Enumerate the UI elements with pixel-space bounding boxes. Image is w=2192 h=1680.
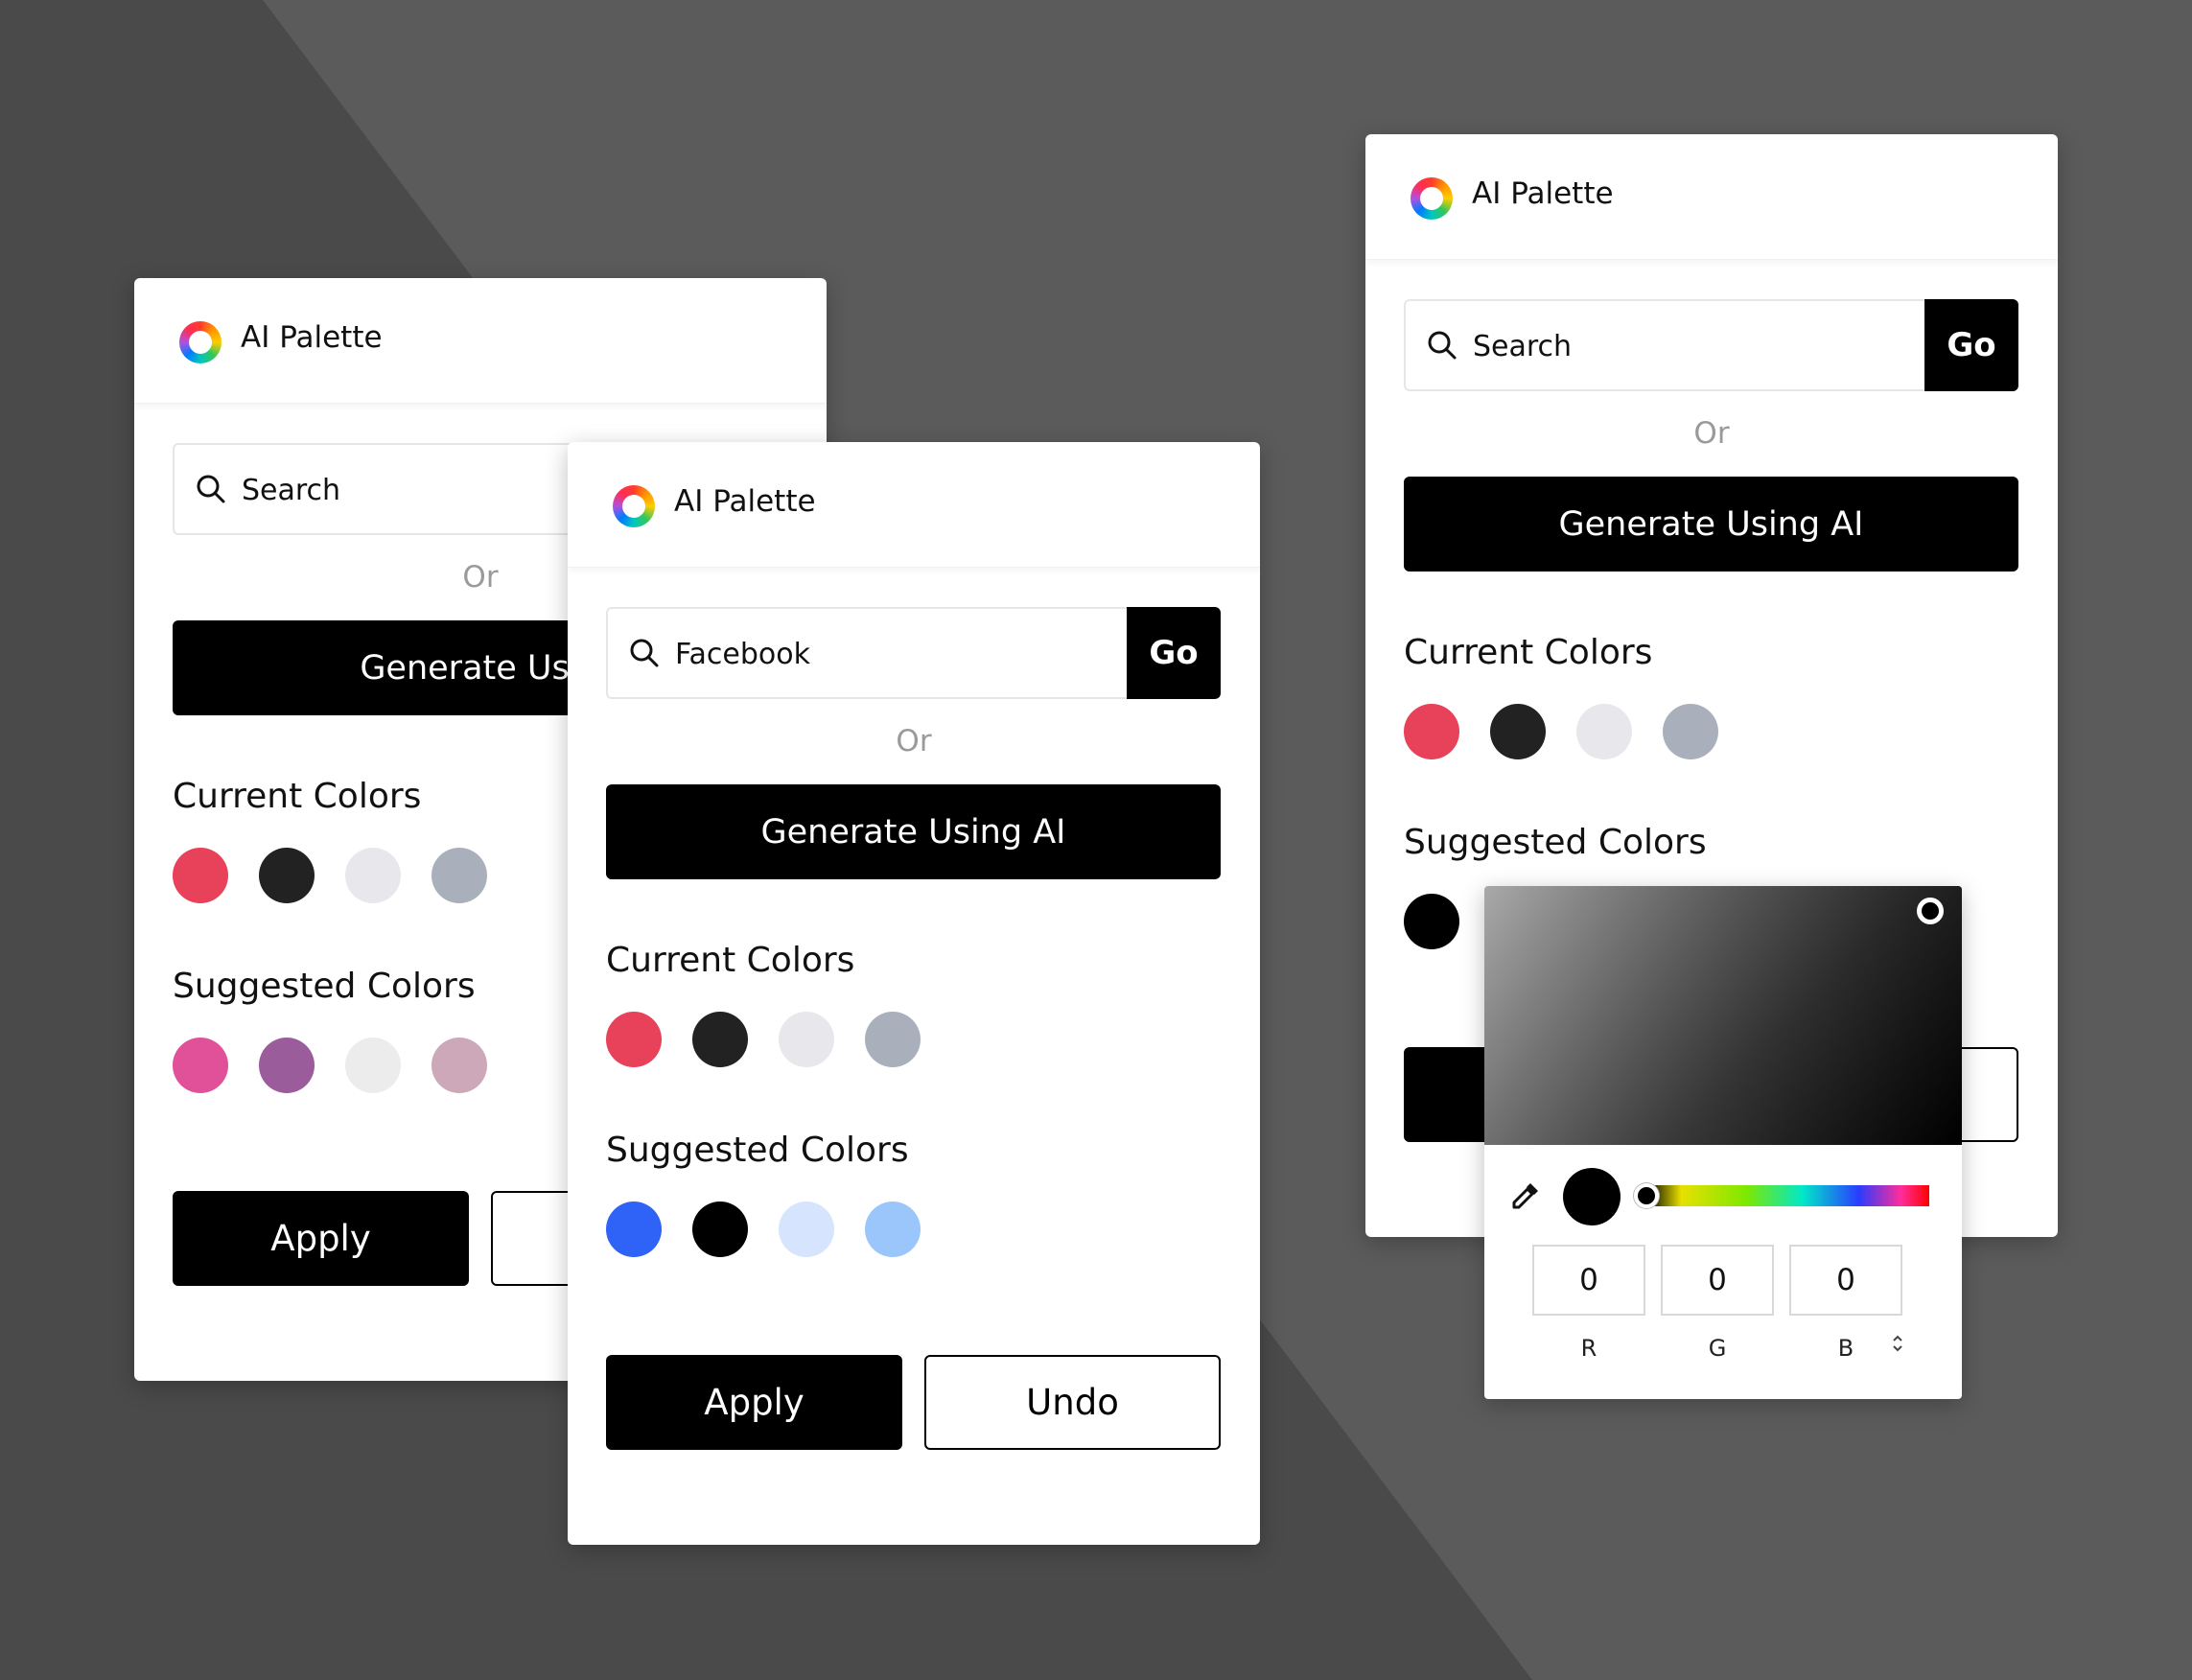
search-text: Search [242, 474, 341, 507]
search-text: Facebook [675, 638, 810, 671]
color-swatch[interactable] [692, 1202, 748, 1257]
undo-button[interactable]: Undo [924, 1355, 1221, 1450]
hue-slider[interactable] [1647, 1185, 1929, 1206]
app-title: AI Palette [674, 484, 816, 519]
panel-header: AI Palette [1365, 134, 2058, 260]
color-swatch[interactable] [606, 1012, 662, 1067]
generate-button-label: Generate Usin [360, 648, 600, 688]
color-swatch[interactable] [259, 1038, 315, 1093]
green-input[interactable]: 0 [1661, 1245, 1774, 1316]
search-input[interactable]: Search Go [1404, 299, 2018, 391]
green-label: G [1708, 1335, 1727, 1362]
hue-slider-handle[interactable] [1634, 1183, 1659, 1208]
suggested-colors-title: Suggested Colors [173, 967, 476, 1006]
current-colors-title: Current Colors [606, 941, 855, 980]
color-swatch[interactable] [1404, 894, 1459, 949]
color-swatch[interactable] [1663, 704, 1718, 759]
color-swatch[interactable] [865, 1202, 921, 1257]
search-input[interactable]: Facebook Go [606, 607, 1221, 699]
ai-palette-logo-icon [1411, 177, 1453, 220]
current-colors-title: Current Colors [173, 777, 422, 816]
color-swatch[interactable] [345, 1038, 401, 1093]
panel-header: AI Palette [134, 278, 827, 404]
search-icon [630, 639, 659, 667]
current-colors-title: Current Colors [1404, 633, 1653, 672]
or-divider: Or [1693, 416, 1730, 451]
color-swatch[interactable] [692, 1012, 748, 1067]
color-picker-popover: 0 0 0 R G B [1484, 886, 1962, 1399]
saturation-value-area[interactable] [1484, 886, 1962, 1145]
apply-button[interactable]: Apply [606, 1355, 902, 1450]
or-divider: Or [896, 724, 932, 758]
generate-button-label: Generate Using AI [1558, 504, 1864, 544]
app-title: AI Palette [1472, 176, 1614, 211]
color-swatch[interactable] [1576, 704, 1632, 759]
app-title: AI Palette [241, 320, 383, 355]
red-input[interactable]: 0 [1532, 1245, 1645, 1316]
generate-button-label: Generate Using AI [760, 812, 1066, 852]
blue-input[interactable]: 0 [1789, 1245, 1902, 1316]
color-swatch[interactable] [173, 1038, 228, 1093]
eyedropper-icon[interactable] [1509, 1179, 1542, 1212]
red-label: R [1580, 1335, 1597, 1362]
blue-label: B [1837, 1335, 1854, 1362]
go-button[interactable]: Go [1924, 299, 2018, 391]
color-swatch[interactable] [345, 848, 401, 903]
color-swatch[interactable] [865, 1012, 921, 1067]
go-button[interactable]: Go [1127, 607, 1221, 699]
palette-panel-middle: AI Palette Facebook Go Or Generate Using… [568, 442, 1260, 1545]
color-swatch[interactable] [259, 848, 315, 903]
saturation-value-handle[interactable] [1917, 898, 1944, 924]
generate-using-ai-button[interactable]: Generate Using AI [606, 784, 1221, 879]
generate-using-ai-button[interactable]: Generate Using AI [1404, 477, 2018, 572]
search-text: Search [1473, 330, 1573, 363]
color-swatch[interactable] [431, 848, 487, 903]
color-swatch[interactable] [173, 848, 228, 903]
format-toggle-chevron-icon[interactable] [1891, 1333, 1904, 1354]
search-icon [197, 475, 225, 503]
color-swatch[interactable] [1490, 704, 1546, 759]
selected-color-preview [1563, 1168, 1621, 1225]
search-icon [1428, 331, 1457, 360]
panel-header: AI Palette [568, 442, 1260, 568]
ai-palette-logo-icon [179, 321, 222, 363]
color-swatch[interactable] [1404, 704, 1459, 759]
color-swatch[interactable] [431, 1038, 487, 1093]
suggested-colors-title: Suggested Colors [606, 1131, 909, 1170]
color-swatch[interactable] [779, 1202, 834, 1257]
ai-palette-logo-icon [613, 485, 655, 527]
apply-button[interactable]: Apply [173, 1191, 469, 1286]
suggested-colors-title: Suggested Colors [1404, 823, 1707, 862]
color-swatch[interactable] [779, 1012, 834, 1067]
color-swatch[interactable] [606, 1202, 662, 1257]
